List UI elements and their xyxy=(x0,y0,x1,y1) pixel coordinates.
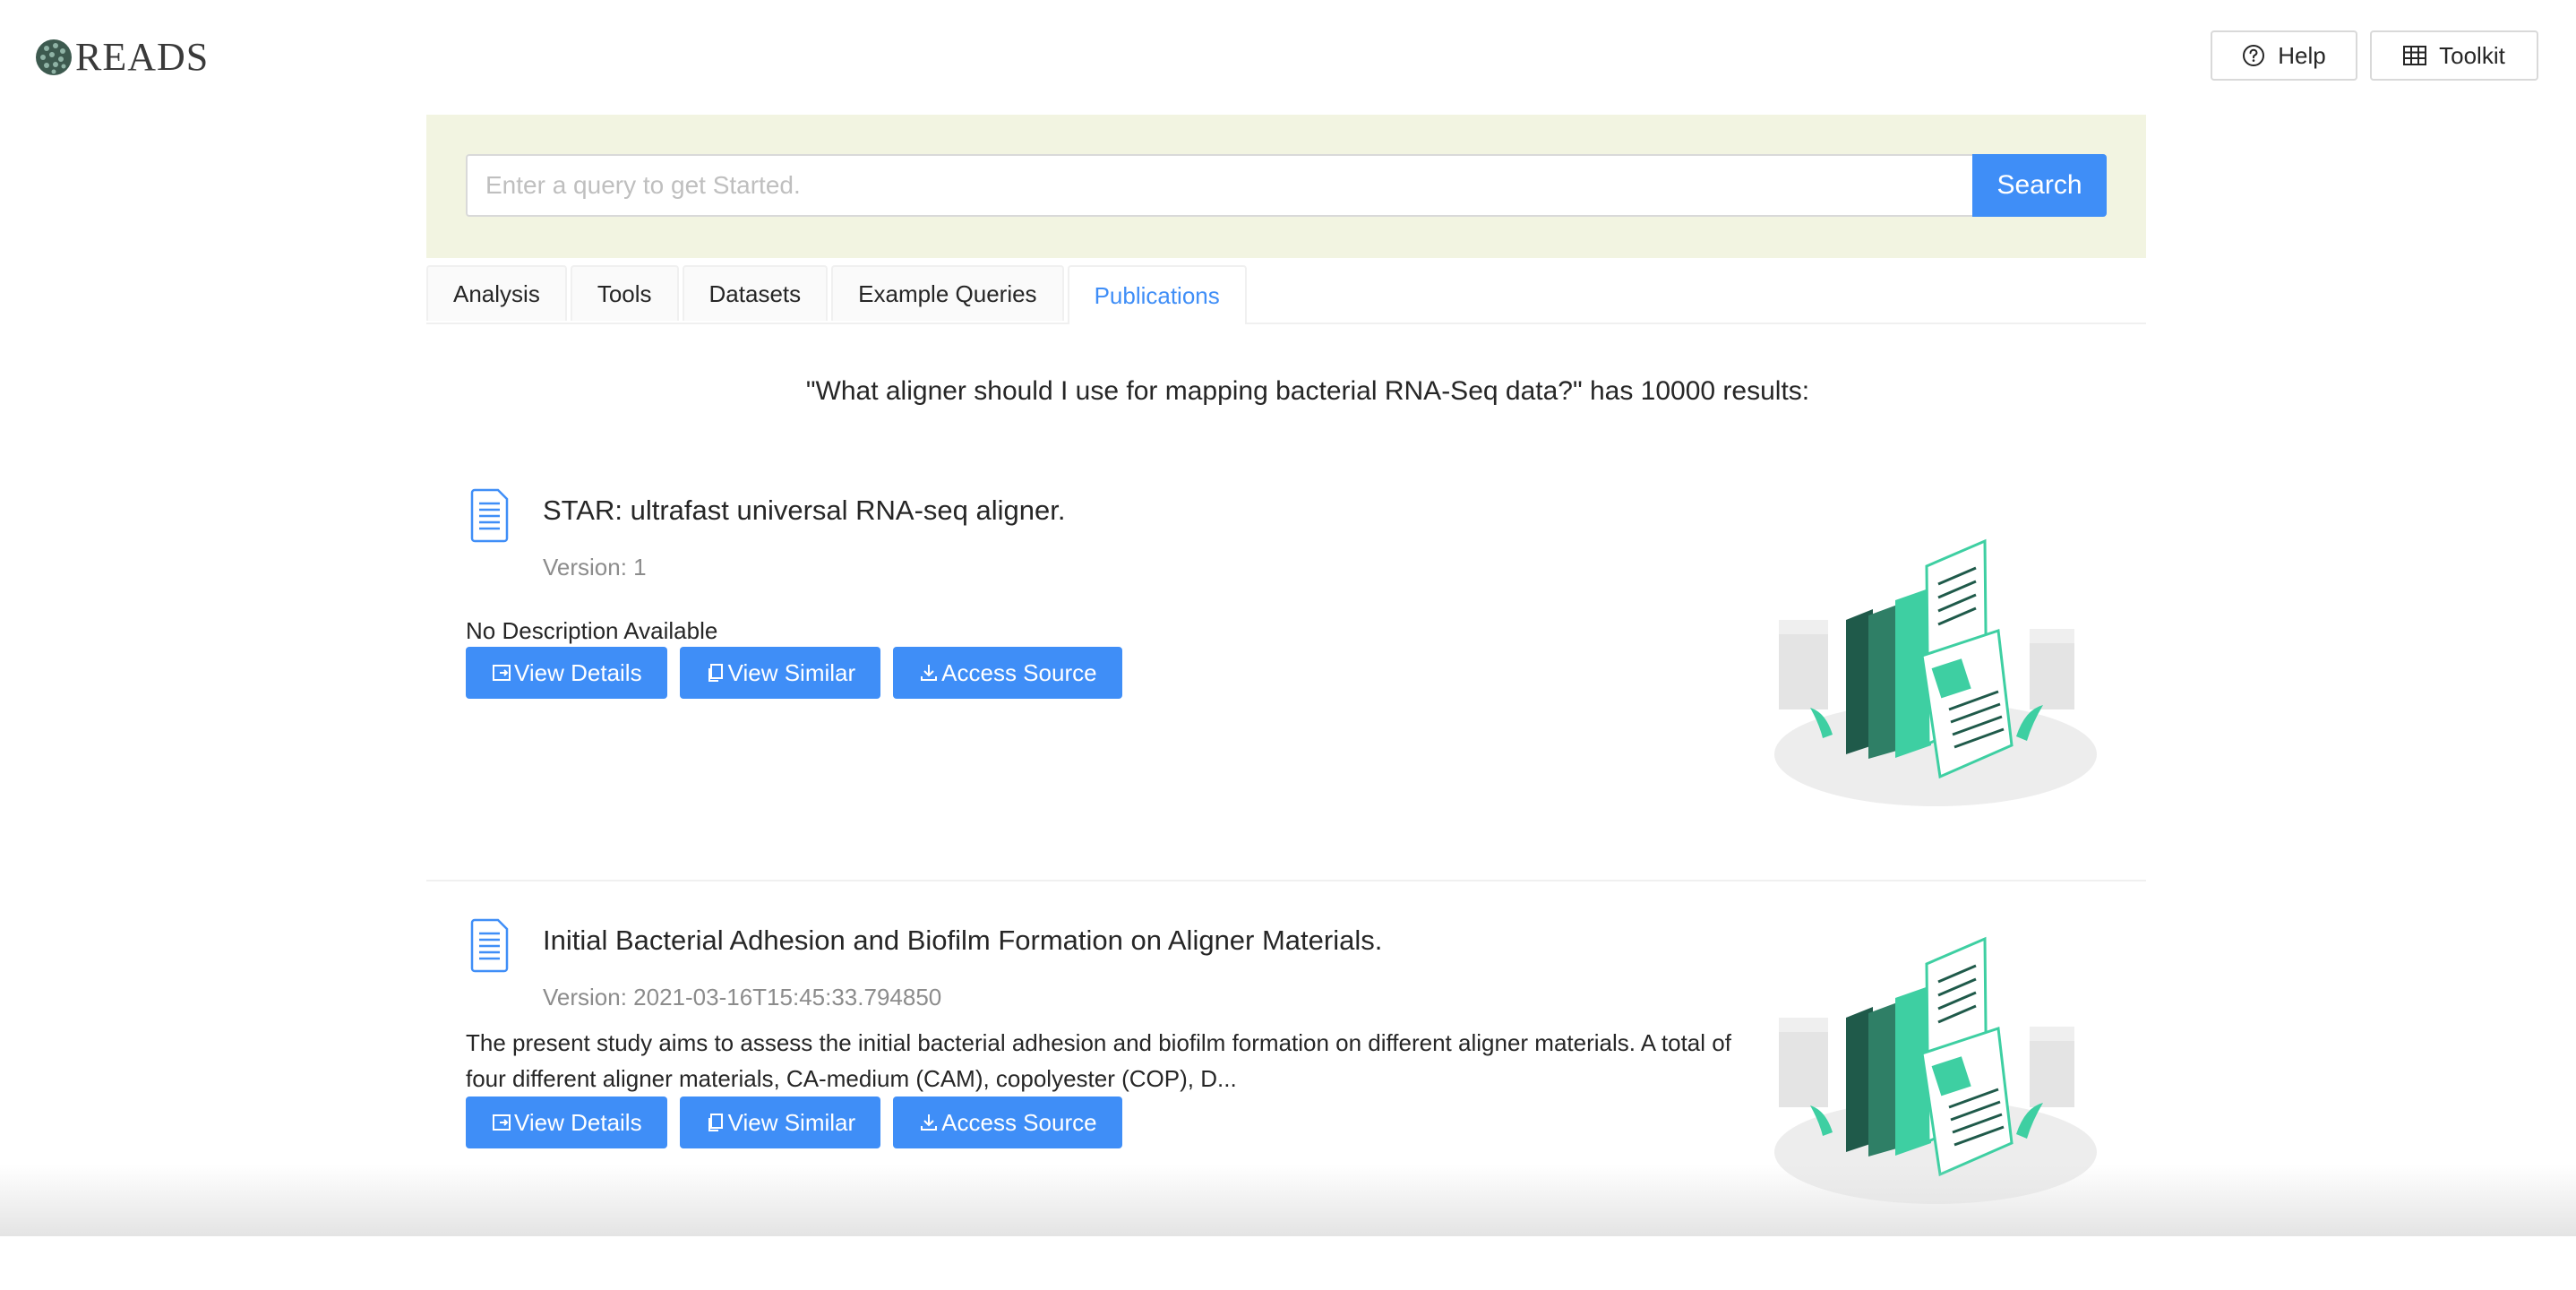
search-input[interactable] xyxy=(466,154,1972,217)
result-title[interactable]: STAR: ultrafast universal RNA-seq aligne… xyxy=(543,494,1066,527)
download-icon xyxy=(921,665,938,681)
table-icon xyxy=(2403,46,2427,65)
copy-icon xyxy=(708,1114,723,1131)
access-source-button[interactable]: Access Source xyxy=(893,647,1122,699)
help-button[interactable]: Help xyxy=(2211,30,2357,81)
tab-bar: Analysis Tools Datasets Example Queries … xyxy=(426,265,2146,324)
result-version: Version: 2021-03-16T15:45:33.794850 xyxy=(543,984,942,1010)
view-similar-button[interactable]: View Similar xyxy=(679,647,881,699)
result-item: STAR: ultrafast universal RNA-seq aligne… xyxy=(426,466,2146,882)
access-source-button[interactable]: Access Source xyxy=(893,1096,1122,1148)
tab-publications[interactable]: Publications xyxy=(1067,265,1247,324)
tab-datasets[interactable]: Datasets xyxy=(682,265,829,321)
export-icon xyxy=(493,665,511,681)
toolkit-label: Toolkit xyxy=(2439,41,2505,69)
view-similar-label: View Similar xyxy=(727,1108,856,1136)
view-similar-button[interactable]: View Similar xyxy=(679,1096,881,1148)
tab-example-queries[interactable]: Example Queries xyxy=(831,265,1064,321)
view-details-button[interactable]: View Details xyxy=(466,1096,667,1148)
view-similar-label: View Similar xyxy=(727,658,856,686)
logo-text: READS xyxy=(75,35,210,79)
app-logo[interactable]: READS xyxy=(34,38,209,77)
access-source-label: Access Source xyxy=(941,1108,1097,1136)
result-description: The present study aims to assess the ini… xyxy=(466,1029,1731,1092)
view-details-button[interactable]: View Details xyxy=(466,647,667,699)
view-details-label: View Details xyxy=(514,658,642,686)
tab-analysis[interactable]: Analysis xyxy=(426,265,567,321)
copy-icon xyxy=(708,664,723,682)
result-version: Version: 1 xyxy=(543,554,647,580)
result-actions: View Details View Similar Access Source xyxy=(466,1096,1135,1148)
logo-icon xyxy=(36,39,72,75)
export-icon xyxy=(493,1114,511,1131)
publication-illustration xyxy=(1774,936,2097,1204)
download-icon xyxy=(921,1114,938,1131)
result-description: No Description Available xyxy=(466,617,718,644)
view-details-label: View Details xyxy=(514,1108,642,1136)
results-heading: "What aligner should I use for mapping b… xyxy=(805,376,1810,406)
toolkit-button[interactable]: Toolkit xyxy=(2370,30,2538,81)
result-actions: View Details View Similar Access Source xyxy=(466,647,1135,699)
document-icon xyxy=(470,918,509,973)
result-item: Initial Bacterial Adhesion and Biofilm F… xyxy=(426,896,2146,1290)
document-icon xyxy=(470,488,509,543)
publication-illustration xyxy=(1774,538,2097,806)
search-button[interactable]: Search xyxy=(1972,154,2107,217)
result-title[interactable]: Initial Bacterial Adhesion and Biofilm F… xyxy=(543,924,1382,957)
help-label: Help xyxy=(2278,41,2326,69)
tab-tools[interactable]: Tools xyxy=(570,265,679,321)
search-panel: Search xyxy=(426,115,2146,258)
question-circle-icon xyxy=(2243,45,2265,66)
access-source-label: Access Source xyxy=(941,658,1097,686)
